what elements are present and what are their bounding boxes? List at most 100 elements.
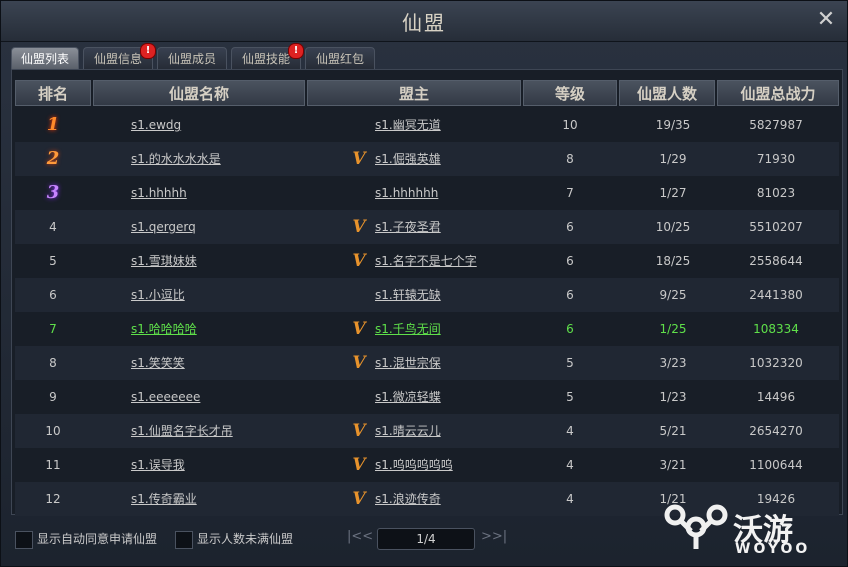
rank-number: 7: [49, 322, 57, 336]
table-row[interactable]: 11 s1.误导我 Vs1.呜呜呜呜呜 4 3/21 1100644: [15, 448, 839, 482]
rank-cell: 10: [15, 414, 91, 448]
leader-name-link[interactable]: s1.hhhhhh: [375, 176, 438, 210]
power-cell: 2654270: [749, 424, 803, 438]
table-row[interactable]: 6 s1.小逗比 s1.轩辕无缺 6 9/25 2441380: [15, 278, 839, 312]
guild-name-link[interactable]: s1.hhhhh: [131, 176, 187, 210]
members-cell: 19/35: [655, 118, 691, 132]
table-row[interactable]: 7 s1.哈哈哈哈 Vs1.千鸟无间 6 1/25 108334: [15, 312, 839, 346]
vip-icon: V: [352, 251, 366, 271]
header-guild-name[interactable]: 仙盟名称: [93, 80, 305, 106]
guild-name-link[interactable]: s1.误导我: [131, 448, 185, 482]
leader-name-link[interactable]: s1.千鸟无间: [375, 312, 441, 346]
members-cell: 18/25: [655, 254, 691, 268]
rank-cell: 6: [15, 278, 91, 312]
level-cell: 6: [566, 254, 574, 268]
power-cell: 1032320: [749, 356, 803, 370]
close-icon[interactable]: ✕: [815, 9, 837, 31]
level-cell: 10: [562, 118, 578, 132]
watermark-logo: 沃游 WOYOO: [663, 501, 839, 565]
tab-3[interactable]: 仙盟成员: [157, 47, 227, 69]
members-cell: 1/29: [659, 152, 687, 166]
table-row[interactable]: 3 s1.hhhhh s1.hhhhhh 7 1/27 81023: [15, 176, 839, 210]
tab-label: 仙盟列表: [20, 52, 69, 66]
auto-accept-checkbox[interactable]: [15, 531, 33, 549]
alert-badge-icon: !: [288, 43, 304, 59]
vip-icon: V: [352, 489, 366, 509]
members-cell: 3/23: [659, 356, 687, 370]
level-cell: 5: [566, 356, 574, 370]
table-row[interactable]: 5 s1.雪琪妹妹 Vs1.名字不是七个字 6 18/25 2558644: [15, 244, 839, 278]
power-cell: 71930: [756, 152, 796, 166]
tab-4[interactable]: 仙盟技能!: [231, 43, 304, 69]
guild-name-link[interactable]: s1.eeeeeee: [131, 380, 200, 414]
header-members[interactable]: 仙盟人数: [619, 80, 715, 106]
vip-icon: V: [352, 149, 366, 169]
table-row[interactable]: 1 s1.ewdg s1.幽冥无道 10 19/35 5827987: [15, 108, 839, 142]
table-row[interactable]: 10 s1.仙盟名字长才吊 Vs1.晴云云儿 4 5/21 2654270: [15, 414, 839, 448]
level-cell: 4: [566, 458, 574, 472]
rank-number: 11: [45, 458, 61, 472]
table-row[interactable]: 9 s1.eeeeeee s1.微凉轻蝶 5 1/23 14496: [15, 380, 839, 414]
table-row[interactable]: 8 s1.笑笑笑 Vs1.混世宗保 5 3/23 1032320: [15, 346, 839, 380]
guild-name-link[interactable]: s1.ewdg: [131, 108, 181, 142]
rank-number: 9: [49, 390, 57, 404]
members-cell: 5/21: [659, 424, 687, 438]
first-page-icon[interactable]: |<<: [347, 529, 373, 544]
leader-name-link[interactable]: s1.浪迹传奇: [375, 482, 441, 516]
level-cell: 4: [566, 424, 574, 438]
power-cell: 108334: [753, 322, 799, 336]
rank-medal-icon: 1: [46, 114, 60, 135]
guild-name-link[interactable]: s1.仙盟名字长才吊: [131, 414, 233, 448]
leader-name-link[interactable]: s1.倔强英雄: [375, 142, 441, 176]
last-page-icon[interactable]: >>|: [481, 529, 507, 544]
leader-name-link[interactable]: s1.晴云云儿: [375, 414, 441, 448]
power-cell: 5510207: [749, 220, 803, 234]
guild-name-link[interactable]: s1.传奇霸业: [131, 482, 197, 516]
title-bar: 仙盟 ✕: [1, 1, 847, 42]
guild-name-link[interactable]: s1.雪琪妹妹: [131, 244, 197, 278]
header-leader[interactable]: 盟主: [307, 80, 521, 106]
leader-name-link[interactable]: s1.幽冥无道: [375, 108, 441, 142]
vip-icon: V: [352, 319, 366, 339]
vip-icon: V: [352, 455, 366, 475]
level-cell: 6: [566, 288, 574, 302]
guild-name-link[interactable]: s1.哈哈哈哈: [131, 312, 197, 346]
rank-cell: 1: [15, 108, 91, 142]
guild-name-link[interactable]: s1.笑笑笑: [131, 346, 185, 380]
header-level[interactable]: 等级: [523, 80, 617, 106]
leader-name-link[interactable]: s1.微凉轻蝶: [375, 380, 441, 414]
rank-cell: 5: [15, 244, 91, 278]
not-full-checkbox[interactable]: [175, 531, 193, 549]
tab-5[interactable]: 仙盟红包: [305, 47, 375, 69]
rank-cell: 11: [15, 448, 91, 482]
table-header: 排名 仙盟名称 盟主 等级 仙盟人数 仙盟总战力: [15, 80, 839, 106]
guild-name-link[interactable]: s1.qergerq: [131, 210, 196, 244]
leader-name-link[interactable]: s1.呜呜呜呜呜: [375, 448, 453, 482]
level-cell: 4: [566, 492, 574, 506]
tab-label: 仙盟信息: [93, 52, 142, 66]
watermark-subtext: WOYOO: [735, 541, 811, 557]
tab-1[interactable]: 仙盟列表: [11, 47, 79, 69]
leader-name-link[interactable]: s1.子夜圣君: [375, 210, 441, 244]
members-cell: 1/25: [659, 322, 687, 336]
window-title: 仙盟: [402, 11, 446, 35]
level-cell: 8: [566, 152, 574, 166]
power-cell: 2558644: [749, 254, 803, 268]
vip-icon: V: [352, 353, 366, 373]
power-cell: 1100644: [749, 458, 803, 472]
table-row[interactable]: 2 s1.的水水水水是 Vs1.倔强英雄 8 1/29 71930: [15, 142, 839, 176]
leader-name-link[interactable]: s1.轩辕无缺: [375, 278, 441, 312]
leader-name-link[interactable]: s1.名字不是七个字: [375, 244, 477, 278]
tab-2[interactable]: 仙盟信息!: [83, 43, 156, 69]
leader-name-link[interactable]: s1.混世宗保: [375, 346, 441, 380]
rank-cell: 9: [15, 380, 91, 414]
guild-name-link[interactable]: s1.小逗比: [131, 278, 185, 312]
table-row[interactable]: 4 s1.qergerq Vs1.子夜圣君 6 10/25 5510207: [15, 210, 839, 244]
header-rank[interactable]: 排名: [15, 80, 91, 106]
rank-cell: 2: [15, 142, 91, 176]
header-power[interactable]: 仙盟总战力: [717, 80, 839, 106]
power-cell: 5827987: [749, 118, 803, 132]
rank-cell: 7: [15, 312, 91, 346]
guild-name-link[interactable]: s1.的水水水水是: [131, 142, 221, 176]
rank-number: 6: [49, 288, 57, 302]
